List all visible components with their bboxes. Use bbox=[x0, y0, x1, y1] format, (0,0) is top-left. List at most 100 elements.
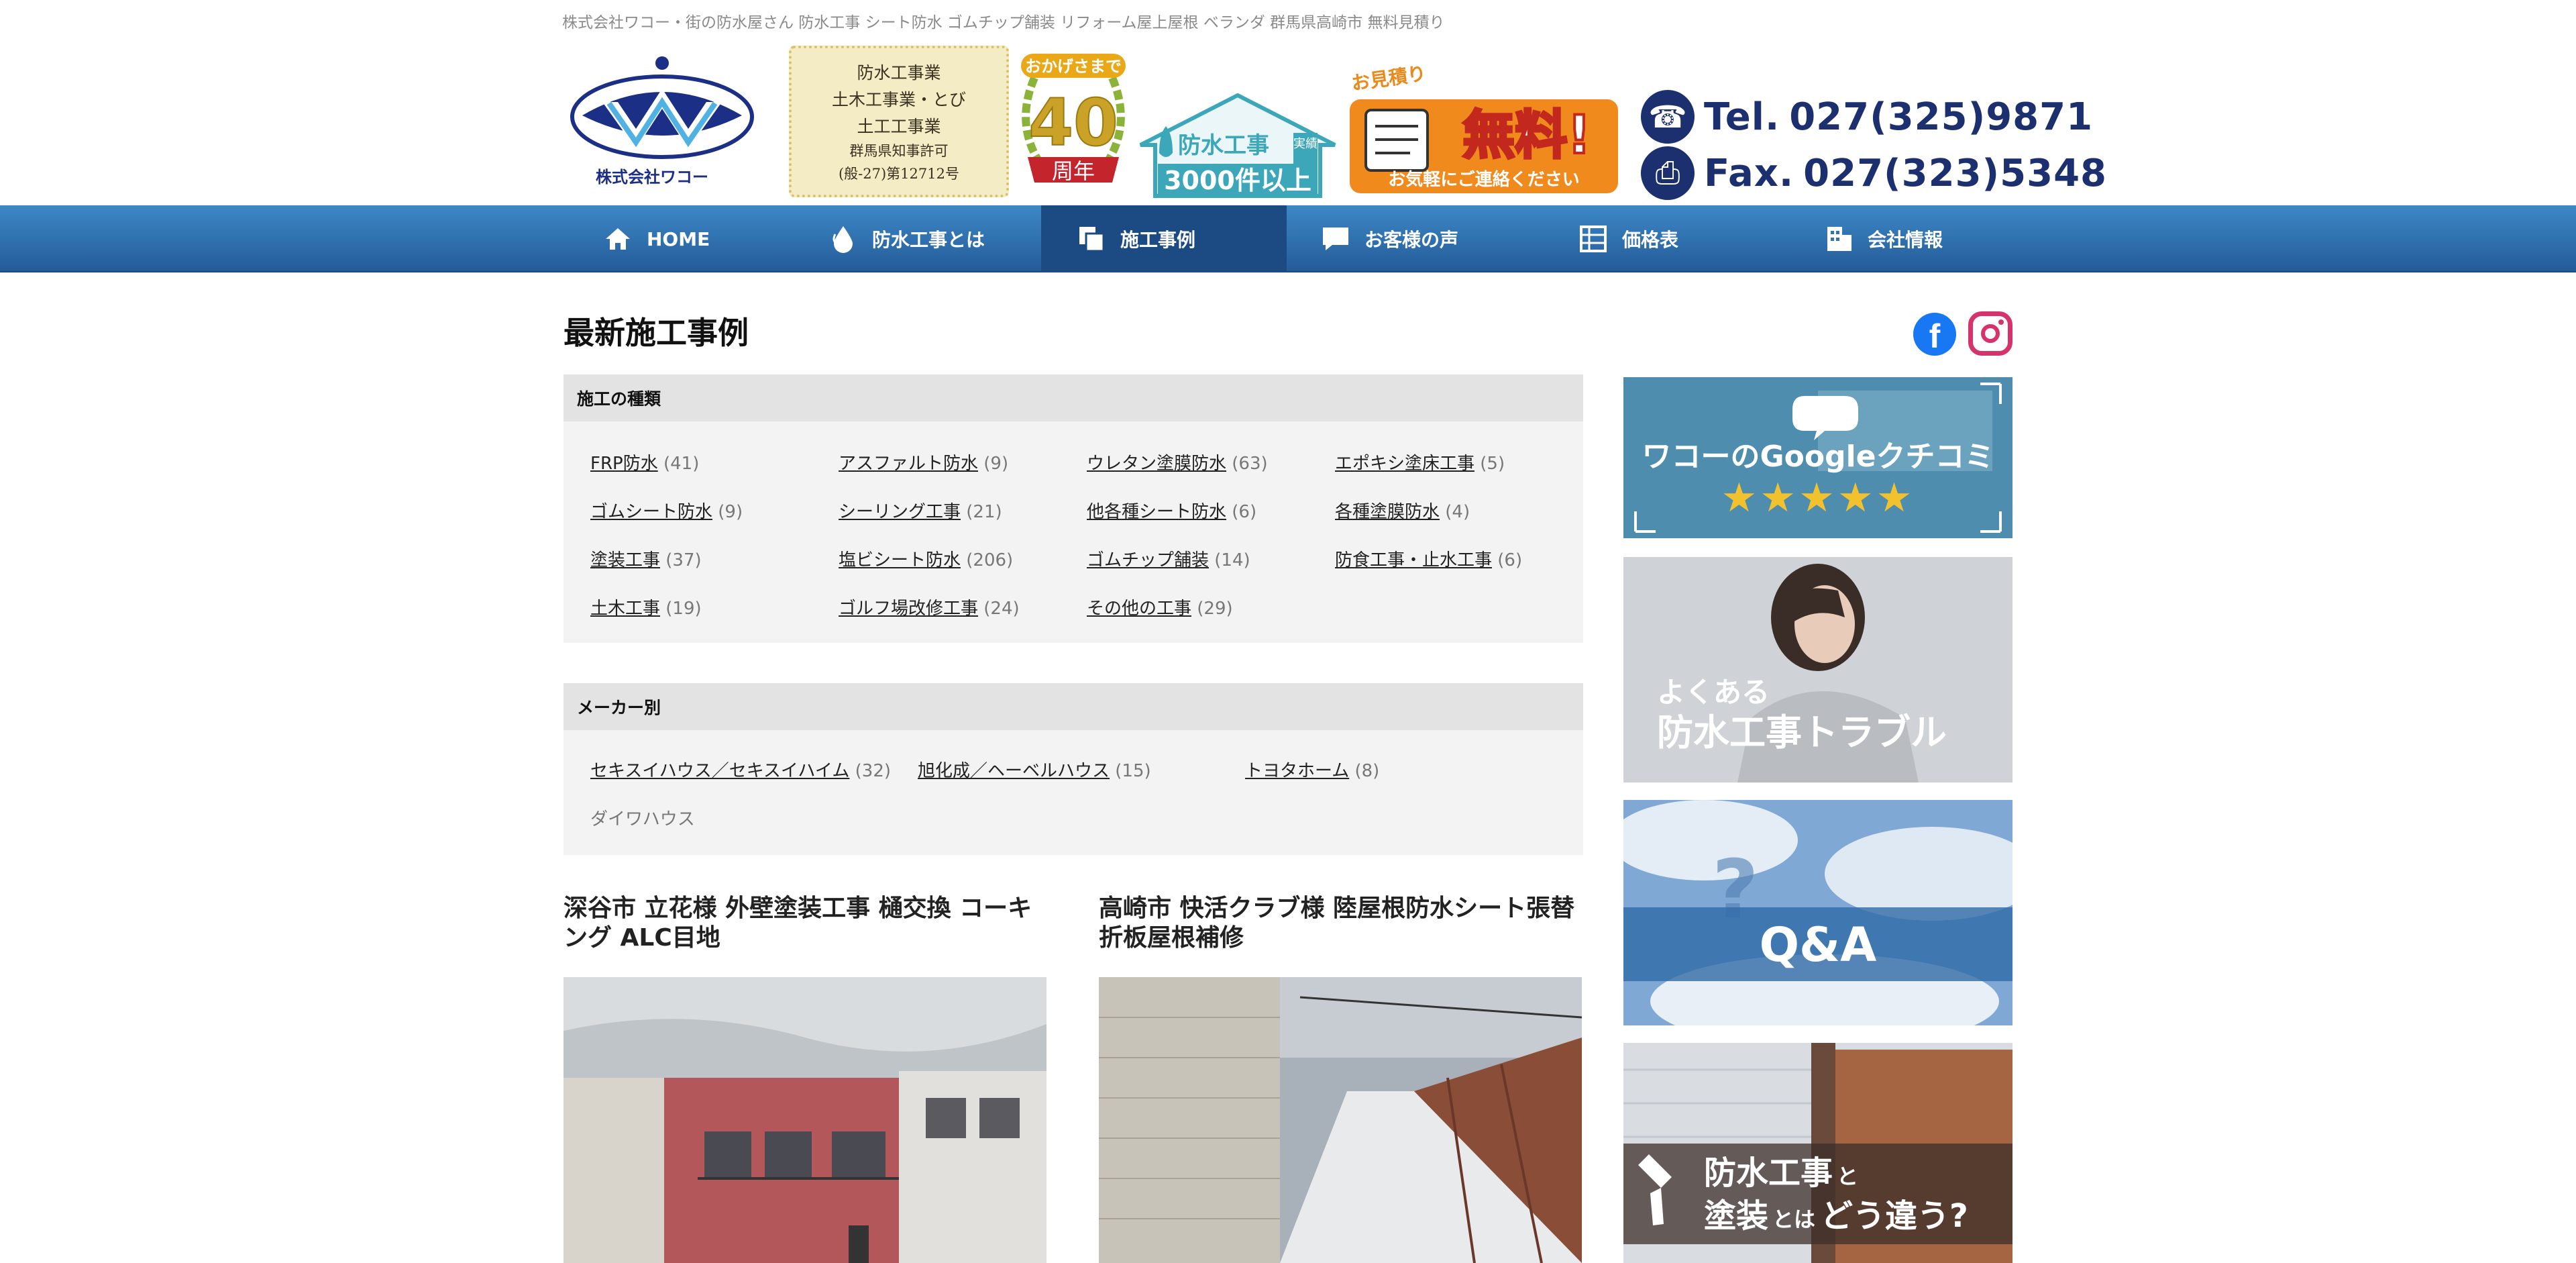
count-value: 3000件以上 bbox=[1164, 166, 1311, 195]
type-link[interactable]: ゴルフ場改修工事 bbox=[839, 599, 978, 619]
type-count: (37) bbox=[665, 550, 702, 570]
anniversary-number: 40 bbox=[1028, 85, 1118, 160]
type-link[interactable]: エポキシ塗床工事 bbox=[1335, 454, 1474, 474]
tel-number[interactable]: 027(325)9871 bbox=[1789, 95, 2093, 139]
article-title[interactable]: 高崎市 快活クラブ様 陸屋根防水シート張替 折板屋根補修 bbox=[1099, 894, 1589, 953]
type-item[interactable]: エポキシ塗床工事 (5) bbox=[1335, 450, 1505, 474]
type-link[interactable]: FRP防水 bbox=[590, 454, 658, 474]
type-link[interactable]: ゴムシート防水 bbox=[590, 502, 712, 522]
nav-price-list[interactable]: 価格表 bbox=[1579, 205, 1678, 272]
type-count: (5) bbox=[1480, 454, 1505, 474]
diff-paint: 塗装 bbox=[1704, 1197, 1768, 1235]
trouble-line1: よくある bbox=[1657, 676, 1770, 709]
maker-item[interactable]: トヨタホーム (8) bbox=[1245, 757, 1379, 782]
site-tagline: 株式会社ワコー・街の防水屋さん 防水工事 シート防水 ゴムチップ舗装 リフォーム… bbox=[562, 14, 1445, 32]
types-heading: 施工の種類 bbox=[564, 374, 1583, 421]
trouble-line2: 防水工事トラブル bbox=[1657, 711, 1947, 754]
nav-label: 価格表 bbox=[1622, 229, 1679, 251]
type-count: (6) bbox=[1497, 550, 1523, 570]
water-drop-icon bbox=[829, 225, 857, 253]
common-troubles-banner[interactable]: よくある 防水工事トラブル bbox=[1623, 557, 2012, 782]
type-item[interactable]: 他各種シート防水 (6) bbox=[1087, 498, 1256, 523]
google-reviews-banner[interactable]: ワコーのGoogleクチコミ ★★★★★ bbox=[1623, 377, 2012, 538]
page-title: 最新施工事例 bbox=[564, 315, 749, 351]
anniversary-label: 周年 bbox=[1052, 158, 1095, 184]
qa-title: Q&A bbox=[1760, 917, 1877, 972]
instagram-icon[interactable] bbox=[1968, 311, 2012, 356]
type-count: (29) bbox=[1197, 599, 1233, 619]
building-icon bbox=[1825, 225, 1853, 253]
type-item[interactable]: ゴムチップ舗装 (14) bbox=[1087, 546, 1250, 571]
maker-link[interactable]: セキスイハウス／セキスイハイム bbox=[590, 761, 849, 781]
type-link[interactable]: ウレタン塗膜防水 bbox=[1087, 454, 1226, 474]
license-line: (般-27)第12712号 bbox=[838, 166, 959, 182]
facebook-icon[interactable]: f bbox=[1913, 313, 1956, 356]
nav-about-waterproofing[interactable]: 防水工事とは bbox=[829, 205, 985, 272]
maker-item[interactable]: セキスイハウス／セキスイハイム (32) bbox=[590, 757, 891, 782]
count-title: 防水工事 bbox=[1178, 132, 1269, 159]
copy-icon bbox=[1077, 225, 1106, 253]
type-link[interactable]: シーリング工事 bbox=[839, 502, 961, 522]
nav-testimonials[interactable]: お客様の声 bbox=[1322, 205, 1458, 272]
nav-label: 防水工事とは bbox=[872, 229, 985, 251]
maker-item[interactable]: 旭化成／ヘーベルハウス (15) bbox=[918, 757, 1151, 782]
type-item[interactable]: 防食工事・止水工事 (6) bbox=[1335, 546, 1522, 571]
maker-link[interactable]: 旭化成／ヘーベルハウス bbox=[918, 761, 1110, 781]
count-badge: 実績 bbox=[1293, 137, 1318, 151]
nav-label: HOME bbox=[647, 228, 710, 250]
qa-banner[interactable]: ? Q&A bbox=[1623, 800, 2012, 1025]
article-photo-rooftop[interactable] bbox=[1099, 977, 1582, 1263]
type-link[interactable]: 塗装工事 bbox=[590, 550, 660, 570]
type-link[interactable]: アスファルト防水 bbox=[839, 454, 978, 474]
article-photo-building[interactable] bbox=[564, 977, 1046, 1263]
license-line: 防水工事業 bbox=[857, 63, 941, 83]
maker-count: (32) bbox=[855, 761, 892, 781]
type-link[interactable]: ゴムチップ舗装 bbox=[1087, 550, 1209, 570]
maker-count: (15) bbox=[1115, 761, 1151, 781]
type-item[interactable]: 土木工事 (19) bbox=[590, 595, 702, 619]
license-plate: 防水工事業 土木工事業・とび 土工工事業 群馬県知事許可 (般-27)第1271… bbox=[789, 46, 1009, 197]
fax-label: Fax. bbox=[1704, 151, 1794, 195]
type-link[interactable]: その他の工事 bbox=[1087, 599, 1191, 619]
type-item[interactable]: 塗装工事 (37) bbox=[590, 546, 702, 571]
type-link[interactable]: 他各種シート防水 bbox=[1087, 502, 1226, 522]
nav-company-info[interactable]: 会社情報 bbox=[1825, 205, 1943, 272]
type-item[interactable]: 各種塗膜防水 (4) bbox=[1335, 498, 1470, 523]
type-item[interactable]: アスファルト防水 (9) bbox=[839, 450, 1008, 474]
nav-works[interactable]: 施工事例 bbox=[1041, 205, 1287, 272]
nav-label: お客様の声 bbox=[1364, 229, 1459, 251]
nav-home[interactable]: HOME bbox=[604, 205, 710, 272]
estimate-main: 無料! bbox=[1462, 105, 1591, 166]
type-item[interactable]: その他の工事 (29) bbox=[1087, 595, 1233, 619]
type-link[interactable]: 防食工事・止水工事 bbox=[1335, 550, 1492, 570]
tel-contact[interactable]: ☎ Tel. 027(325)9871 bbox=[1641, 90, 2093, 144]
type-link[interactable]: 各種塗膜防水 bbox=[1335, 502, 1440, 522]
type-link[interactable]: 土木工事 bbox=[590, 599, 660, 619]
type-count: (6) bbox=[1232, 502, 1257, 522]
type-item[interactable]: ウレタン塗膜防水 (63) bbox=[1087, 450, 1268, 474]
type-count: (9) bbox=[983, 454, 1009, 474]
free-estimate-banner[interactable]: お見積り 無料! お気軽にご連絡ください bbox=[1346, 66, 1622, 197]
type-item[interactable]: FRP防水 (41) bbox=[590, 450, 699, 474]
type-item[interactable]: ゴルフ場改修工事 (24) bbox=[839, 595, 1020, 619]
maker-link[interactable]: トヨタホーム bbox=[1245, 761, 1349, 781]
maker-count: (8) bbox=[1354, 761, 1380, 781]
type-item[interactable]: シーリング工事 (21) bbox=[839, 498, 1002, 523]
type-link[interactable]: 塩ビシート防水 bbox=[839, 550, 961, 570]
nav-label: 施工事例 bbox=[1120, 229, 1196, 251]
fax-number: 027(323)5348 bbox=[1803, 151, 2107, 195]
diff-towa: とは bbox=[1772, 1207, 1815, 1232]
company-name: 株式会社ワコー bbox=[596, 168, 708, 187]
estimate-sub: お気軽にご連絡ください bbox=[1388, 169, 1579, 190]
type-item[interactable]: ゴムシート防水 (9) bbox=[590, 498, 743, 523]
article-title[interactable]: 深谷市 立花様 外壁塗装工事 樋交換 コーキング ALC目地 bbox=[564, 894, 1053, 953]
table-icon bbox=[1579, 225, 1607, 253]
type-item[interactable]: 塩ビシート防水 (206) bbox=[839, 546, 1013, 571]
diff-waterproof: 防水工事 bbox=[1704, 1154, 1833, 1192]
type-count: (21) bbox=[966, 502, 1002, 522]
type-count: (63) bbox=[1232, 454, 1268, 474]
waterproof-vs-paint-banner[interactable]: 防水工事と 塗装 とは どう違う? bbox=[1623, 1043, 2012, 1263]
phone-icon: ☎ bbox=[1641, 90, 1695, 144]
license-line: 群馬県知事許可 bbox=[849, 143, 949, 159]
track-record-badge: 防水工事 実績 3000件以上 bbox=[1139, 93, 1336, 198]
